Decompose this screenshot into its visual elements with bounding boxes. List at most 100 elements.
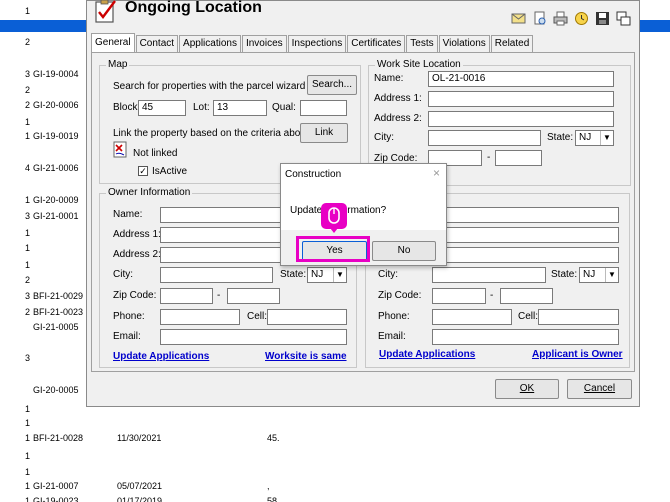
background-cell-num: 1 [25,195,31,205]
save-icon[interactable] [595,11,610,26]
title-bar: Ongoing Location [87,0,639,29]
applicant-name-field[interactable] [432,207,619,223]
applicant-state-select[interactable]: NJ ▼ [579,267,619,283]
applicant-city-field[interactable] [432,267,546,283]
click-highlight [296,236,370,262]
applicant-zip-field[interactable] [432,288,486,304]
chevron-down-icon: ▼ [600,131,613,145]
applicant-zip-separator: - [490,290,494,301]
worksite-address2-label: Address 2: [374,113,422,124]
applicant-state-label: State: [551,269,578,280]
worksite-address1-field[interactable] [428,91,614,107]
owner-address2-label: Address 2: [113,249,161,260]
background-cell-id: GI-20-0005 [33,385,79,395]
owner-city-label: City: [113,269,133,280]
tab-violations[interactable]: Violations [438,35,490,53]
applicant-cell-field[interactable] [538,309,619,325]
applicant-zip4-field[interactable] [500,288,553,304]
cancel-button[interactable]: Cancel [567,379,632,399]
background-cell-num: 2 [25,85,31,95]
owner-phone-label: Phone: [113,311,145,322]
tab-invoices[interactable]: Invoices [241,35,287,53]
block-label: Block: [113,102,141,113]
close-icon[interactable]: × [433,166,440,180]
print-preview-icon[interactable] [532,11,547,26]
tab-certificates[interactable]: Certificates [347,35,406,53]
checklist-app-icon [95,0,116,23]
window-title: Ongoing Location [125,0,262,16]
owner-update-applications-link[interactable]: Update Applications [113,351,209,362]
chevron-down-icon: ▼ [605,268,618,282]
background-cell-id: GI-19-0023 [33,496,79,502]
owner-zip-field[interactable] [160,288,213,304]
background-cell-num: 1 [25,228,31,238]
toolbar [511,11,631,26]
tab-tests[interactable]: Tests [406,35,438,53]
background-cell-num: 1 [25,243,31,253]
worksite-state-select[interactable]: NJ ▼ [575,130,614,146]
owner-email-label: Email: [113,331,141,342]
tab-inspections[interactable]: Inspections [287,35,347,53]
applicant-is-owner-link[interactable]: Applicant is Owner [532,349,623,360]
applicant-phone-field[interactable] [432,309,512,325]
owner-group-title: Owner Information [106,187,193,198]
owner-phone-field[interactable] [160,309,240,325]
owner-name-label: Name: [113,209,143,220]
owner-zip4-field[interactable] [227,288,280,304]
block-field[interactable]: 45 [138,100,186,116]
background-cell-num: 1 [25,260,31,270]
background-cell-num: 1 [25,451,31,461]
no-button[interactable]: No [372,241,436,261]
background-cell-num: 3 [25,211,31,221]
tab-strip: General Contact Applications Invoices Inspec… [91,33,534,53]
background-cell-date: 01/17/2019 [117,496,163,502]
applicant-update-applications-link[interactable]: Update Applications [379,349,475,360]
background-cell-num: 1 [25,6,31,16]
applicant-zip-label: Zip Code: [378,290,422,301]
background-cell-num: 2 [25,275,31,285]
tab-applications[interactable]: Applications [179,35,241,53]
link-button[interactable]: Link [300,123,348,143]
applicant-cell-label: Cell: [518,311,539,322]
owner-cell-field[interactable] [267,309,347,325]
tab-general[interactable]: General [91,33,135,53]
background-cell-num: 2 [25,37,31,47]
lot-field[interactable]: 13 [213,100,267,116]
background-cell-num: 1 [25,404,31,414]
worksite-city-field[interactable] [428,130,541,146]
lot-label: Lot: [193,102,210,113]
worksite-zip-separator: - [487,152,491,163]
background-cell-num: 3 [25,291,31,301]
owner-address1-label: Address 1: [113,229,161,240]
clock-icon[interactable] [574,11,589,26]
qual-field[interactable] [300,100,347,116]
search-button[interactable]: Search... [307,75,357,95]
link-criteria-label: Link the property based on the criteria … [113,128,311,139]
applicant-address1-field[interactable] [432,227,619,243]
copy-window-icon[interactable] [616,11,631,26]
tab-related[interactable]: Related [490,35,534,53]
tab-contact[interactable]: Contact [135,35,179,53]
owner-city-field[interactable] [160,267,273,283]
ok-button[interactable]: OK [495,379,559,399]
owner-state-label: State: [280,269,307,280]
applicant-address2-field[interactable] [432,247,619,263]
envelope-icon[interactable] [511,11,526,26]
worksite-is-same-link[interactable]: Worksite is same [265,351,347,362]
applicant-email-field[interactable] [432,329,619,345]
worksite-name-field[interactable]: OL-21-0016 [428,71,614,87]
owner-zip-label: Zip Code: [113,290,157,301]
owner-state-select[interactable]: NJ ▼ [307,267,347,283]
background-cell-num: 2 [25,307,31,317]
background-cell-date: 11/30/2021 [117,433,162,443]
background-cell-num: 1 [25,481,31,491]
worksite-zip4-field[interactable] [495,150,542,166]
owner-email-field[interactable] [160,329,347,345]
isactive-checkbox[interactable]: ✓ [138,166,148,176]
background-cell-num: 4 [25,163,31,173]
worksite-address2-field[interactable] [428,111,614,127]
background-cell-amount: 58 [267,496,278,502]
worksite-address1-label: Address 1: [374,93,422,104]
parcel-wizard-label: Search for properties with the parcel wi… [113,81,306,92]
printer-icon[interactable] [553,11,568,26]
